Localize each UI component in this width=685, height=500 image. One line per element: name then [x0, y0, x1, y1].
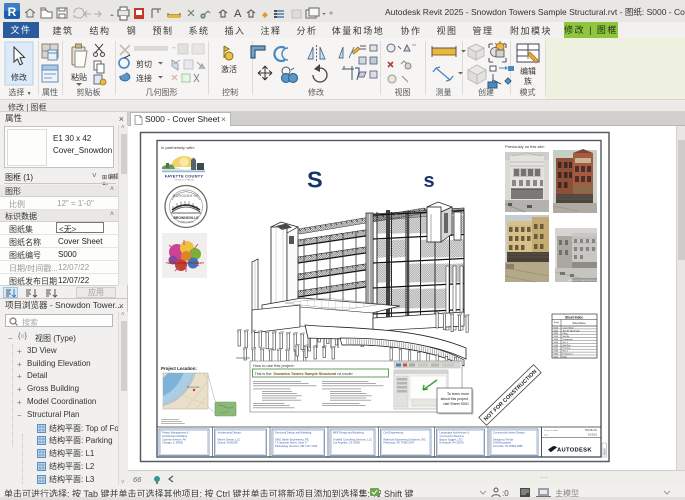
svg-text:71 Opposite Street, Suite 77: 71 Opposite Street, Suite 77	[275, 441, 308, 445]
svg-text:Groffled Consulting Services,: Groffled Consulting Services, LLC	[333, 437, 372, 441]
svg-text:Sheet Index: Sheet Index	[565, 315, 583, 319]
svg-text:6/1/2022: 6/1/2022	[588, 435, 598, 437]
svg-text:Roof: Roof	[563, 356, 568, 358]
svg-text:S: S	[307, 167, 323, 193]
svg-text:Cochran Avenue, PA: Cochran Avenue, PA	[162, 437, 186, 441]
svg-text:BOROUGH OF: BOROUGH OF	[173, 194, 199, 198]
svg-text:TRAGB-321: TRAGB-321	[584, 429, 597, 432]
svg-text:Emsworth, PA 32975: Emsworth, PA 32975	[440, 441, 465, 445]
svg-text:Los Angeles, CA 78382: Los Angeles, CA 78382	[333, 441, 361, 445]
svg-text:Commercial Interior Design:: Commercial Interior Design:	[493, 431, 525, 435]
svg-text:剪切: 剪切	[136, 59, 152, 69]
svg-text:In partnership with:: In partnership with:	[161, 145, 195, 150]
svg-text:AUTODESK: AUTODESK	[557, 448, 592, 454]
svg-text:Project Location:: Project Location:	[161, 366, 197, 371]
svg-text:Wall Plan: Wall Plan	[563, 345, 571, 347]
svg-text:修改: 修改	[11, 72, 27, 82]
svg-text:Brownsville: Brownsville	[187, 386, 200, 389]
svg-text:Framing L3: Framing L3	[563, 354, 574, 356]
svg-text:PENNSYLVANIA: PENNSYLVANIA	[178, 221, 194, 224]
svg-text:族: 族	[524, 76, 532, 86]
svg-text:Framing: Framing	[563, 348, 570, 350]
svg-text:粘贴: 粘贴	[71, 72, 87, 82]
svg-text:Architectural Design:: Architectural Design:	[218, 431, 242, 435]
svg-text:about this project,: about this project,	[441, 397, 469, 401]
svg-text:GMS Slader Engineering, PE: GMS Slader Engineering, PE	[275, 437, 309, 441]
svg-text:MEP Design and Modeling:: MEP Design and Modeling:	[333, 431, 365, 435]
svg-text:How to use this project:: How to use this project:	[253, 363, 295, 368]
svg-text:Architecture Modeling:: Architecture Modeling:	[162, 434, 188, 438]
svg-text:Sheet Name: Sheet Name	[572, 322, 586, 325]
svg-text:To learn more: To learn more	[447, 392, 469, 396]
svg-text:MARKET ST. BROWNSVILLE PA: MARKET ST. BROWNSVILLE PA	[568, 279, 601, 282]
svg-text:Detroit, MI 50335: Detroit, MI 50335	[218, 441, 238, 445]
svg-text:Parkopolog Services, MD 7117-7: Parkopolog Services, MD 7117-7305	[275, 444, 318, 448]
svg-text:Previously on this site:: Previously on this site:	[505, 144, 545, 149]
svg-text:S000: S000	[603, 448, 607, 455]
svg-text:激活: 激活	[221, 64, 237, 74]
svg-text:Ralbrook Engineering Solutions: Ralbrook Engineering Solutions, INC	[384, 437, 426, 441]
svg-text:Marvin Dessin, LLC: Marvin Dessin, LLC	[218, 437, 241, 441]
svg-text:Civil Engineering:: Civil Engineering:	[384, 431, 404, 435]
svg-text:66: 66	[133, 475, 142, 484]
svg-text:编辑: 编辑	[520, 66, 536, 76]
svg-text:Chicago, IL 59930: Chicago, IL 59930	[162, 441, 184, 445]
svg-text:P E N N S Y L V A N I A: P E N N S Y L V A N I A	[175, 179, 195, 182]
svg-text:1608 Broadway: 1608 Broadway	[493, 441, 512, 445]
svg-text:Knoxville, TN 26660 2880: Knoxville, TN 26660 2880	[493, 444, 523, 448]
svg-text:s: s	[424, 170, 435, 192]
svg-text:FAYETTE COUNTY: FAYETTE COUNTY	[165, 174, 204, 179]
svg-text:Project Management &: Project Management &	[162, 431, 189, 435]
svg-text:连接: 连接	[136, 73, 152, 83]
svg-text:Sheet: Sheet	[554, 321, 560, 324]
svg-text:Pittsburgh, PA 77960 5247: Pittsburgh, PA 77960 5247	[384, 441, 415, 445]
svg-text:Landscape Architecture &: Landscape Architecture &	[440, 431, 470, 435]
svg-text:Project number: Project number	[544, 429, 558, 432]
svg-text:Structural Design and Modeling: Structural Design and Modeling:	[275, 431, 312, 435]
svg-text:This is the: Snowdon Towers Sa: This is the: Snowdon Towers Sample Struc…	[255, 372, 353, 376]
svg-text:visit Sheet S001: visit Sheet S001	[443, 402, 469, 406]
svg-text:R: R	[8, 5, 17, 19]
svg-text:BROWNSVILLE: BROWNSVILLE	[173, 216, 199, 220]
svg-text:Piling: Piling	[563, 333, 568, 335]
svg-text:Community Planning:: Community Planning:	[440, 434, 465, 438]
svg-text:Designing Trends: Designing Trends	[493, 437, 514, 441]
svg-text:A: A	[234, 8, 242, 20]
svg-text:Bogos Toggert, LTD: Bogos Toggert, LTD	[440, 437, 463, 441]
svg-text:THE FLATIRON PROJECT: THE FLATIRON PROJECT	[166, 261, 204, 265]
